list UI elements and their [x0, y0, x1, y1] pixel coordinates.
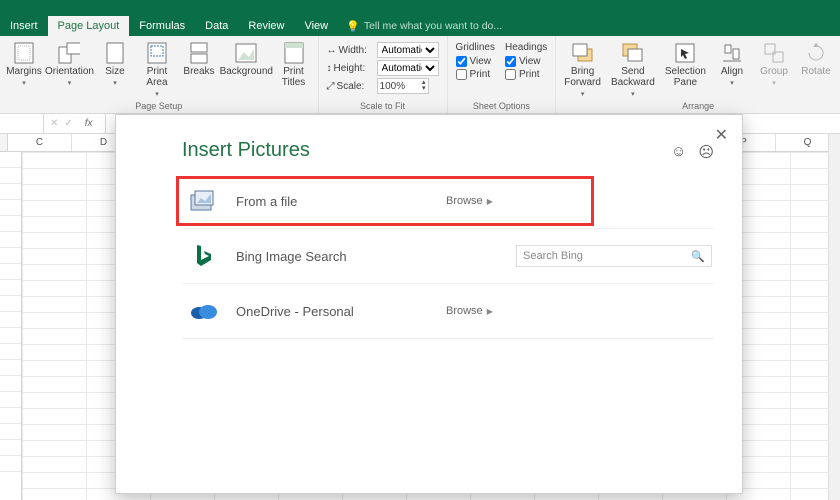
- rotate-button[interactable]: Rotate: [796, 40, 836, 79]
- tab-view[interactable]: View: [294, 16, 338, 36]
- breaks-button[interactable]: Breaks: [179, 40, 219, 79]
- headings-heading: Headings: [505, 42, 547, 53]
- orientation-button[interactable]: Orientation▾: [46, 40, 93, 89]
- chevron-right-icon: ▶: [487, 197, 493, 206]
- send-backward-button[interactable]: Send Backward▾: [607, 40, 659, 100]
- close-button[interactable]: ✕: [715, 125, 728, 145]
- background-button[interactable]: Background: [221, 40, 272, 79]
- tab-review[interactable]: Review: [238, 16, 294, 36]
- print-titles-icon: [283, 42, 305, 64]
- size-button[interactable]: Size▾: [95, 40, 135, 89]
- onedrive-icon: [188, 298, 218, 324]
- option-bing[interactable]: Bing Image Search Search Bing 🔍: [182, 229, 714, 284]
- group-label-sheet-options: Sheet Options: [452, 101, 552, 113]
- group-arrange: Bring Forward▾ Send Backward▾ Selection …: [556, 36, 840, 113]
- align-button[interactable]: Align▾: [712, 40, 752, 89]
- orientation-icon: [58, 42, 80, 64]
- tab-page-layout[interactable]: Page Layout: [48, 16, 130, 36]
- ribbon: Margins▾ Orientation▾ Size▾ Print Area▾: [0, 36, 840, 114]
- height-icon: ↕: [327, 63, 332, 74]
- group-button[interactable]: Group▾: [754, 40, 794, 89]
- option-label: From a file: [236, 194, 446, 209]
- breaks-icon: [188, 42, 210, 64]
- group-label-page-setup: Page Setup: [4, 101, 314, 113]
- option-action: Browse: [446, 305, 483, 317]
- option-label: Bing Image Search: [236, 249, 446, 264]
- group-label-arrange: Arrange: [560, 101, 836, 113]
- group-icon: [763, 42, 785, 64]
- fx-icon[interactable]: fx: [79, 118, 99, 129]
- name-box[interactable]: [0, 114, 44, 133]
- headings-print-checkbox[interactable]: Print: [505, 69, 547, 80]
- width-icon: ↔: [327, 45, 337, 56]
- bring-forward-icon: [572, 42, 594, 64]
- headings-view-checkbox[interactable]: View: [505, 56, 547, 67]
- bulb-icon: 💡: [346, 20, 360, 33]
- option-from-file[interactable]: From a file Browse ▶: [182, 174, 714, 229]
- print-area-icon: [146, 42, 168, 64]
- tell-me-search[interactable]: 💡 Tell me what you want to do...: [338, 16, 502, 36]
- gridlines-print-checkbox[interactable]: Print: [456, 69, 495, 80]
- dialog-title: Insert Pictures: [182, 139, 310, 162]
- insert-pictures-dialog: ✕ Insert Pictures ☺ ☹ From a file Browse…: [115, 114, 743, 494]
- option-label: OneDrive - Personal: [236, 304, 446, 319]
- send-backward-icon: [622, 42, 644, 64]
- height-select[interactable]: Automatic: [377, 60, 439, 76]
- group-scale-to-fit: ↔Width: Automatic ↕Height: Automatic ⤢Sc…: [319, 36, 448, 113]
- margins-icon: [13, 42, 35, 64]
- print-area-button[interactable]: Print Area▾: [137, 40, 177, 100]
- size-icon: [104, 42, 126, 64]
- option-action: Browse: [446, 195, 483, 207]
- search-icon: 🔍: [691, 250, 705, 263]
- gridlines-view-checkbox[interactable]: View: [456, 56, 495, 67]
- selection-pane-button[interactable]: Selection Pane: [661, 40, 710, 90]
- align-icon: [721, 42, 743, 64]
- tell-me-label: Tell me what you want to do...: [364, 20, 502, 32]
- selection-pane-icon: [674, 42, 696, 64]
- chevron-right-icon: ▶: [487, 307, 493, 316]
- tab-data[interactable]: Data: [195, 16, 238, 36]
- bring-forward-button[interactable]: Bring Forward▾: [560, 40, 605, 100]
- scale-icon: ⤢: [327, 81, 335, 92]
- feedback-frown-icon[interactable]: ☹: [698, 143, 714, 161]
- width-select[interactable]: Automatic: [377, 42, 439, 58]
- select-all-corner[interactable]: [0, 134, 8, 151]
- gridlines-heading: Gridlines: [456, 42, 495, 53]
- tab-formulas[interactable]: Formulas: [129, 16, 195, 36]
- tab-insert[interactable]: Insert: [0, 16, 48, 36]
- print-titles-button[interactable]: Print Titles: [274, 40, 314, 90]
- cancel-icon[interactable]: ✕: [50, 118, 58, 129]
- margins-button[interactable]: Margins▾: [4, 40, 44, 89]
- enter-icon[interactable]: ✓: [64, 118, 72, 129]
- bing-search-input[interactable]: Search Bing 🔍: [516, 245, 712, 267]
- option-onedrive[interactable]: OneDrive - Personal Browse ▶: [182, 284, 714, 339]
- group-sheet-options: Gridlines View Print Headings View Print…: [448, 36, 557, 113]
- col-header[interactable]: C: [8, 134, 72, 151]
- ribbon-tabs: Insert Page Layout Formulas Data Review …: [0, 16, 840, 36]
- rotate-icon: [805, 42, 827, 64]
- file-icon: [188, 188, 218, 214]
- group-label-scale-to-fit: Scale to Fit: [323, 101, 443, 113]
- search-placeholder: Search Bing: [523, 250, 583, 262]
- bing-icon: [188, 243, 218, 269]
- feedback-smile-icon[interactable]: ☺: [671, 143, 686, 161]
- vertical-scrollbar[interactable]: [828, 134, 840, 500]
- background-icon: [235, 42, 257, 64]
- scale-spinner[interactable]: 100%▴▾: [377, 78, 429, 94]
- title-bar: [0, 0, 840, 16]
- row-headers: [0, 152, 22, 500]
- group-page-setup: Margins▾ Orientation▾ Size▾ Print Area▾: [0, 36, 319, 113]
